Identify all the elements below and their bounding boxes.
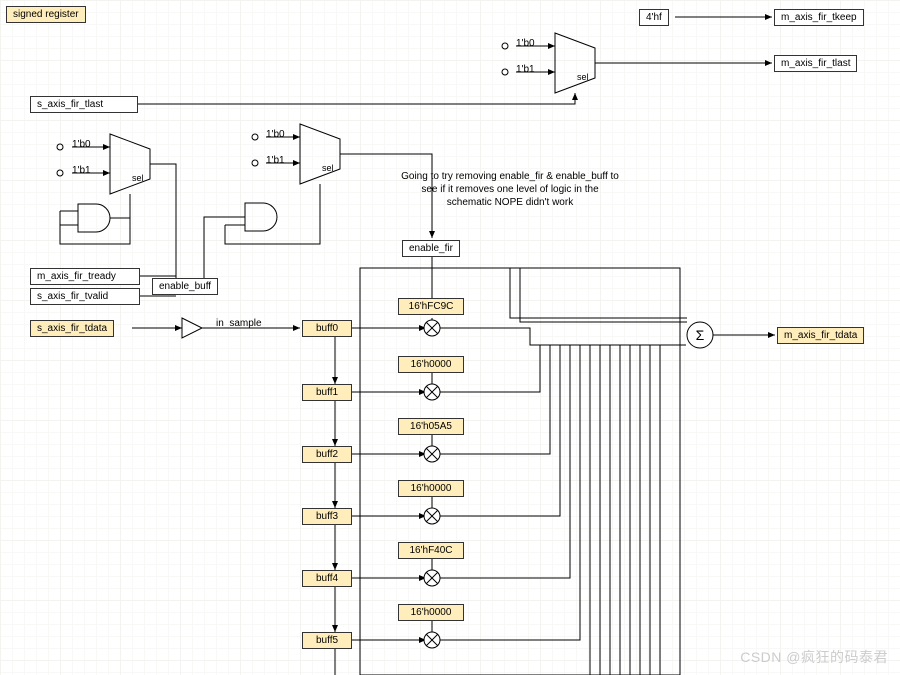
in-tlast: s_axis_fir_tlast — [30, 96, 138, 113]
in-tvalid: s_axis_fir_tvalid — [30, 288, 140, 305]
out-tkeep: m_axis_fir_tkeep — [774, 9, 864, 26]
buff3: buff3 — [302, 508, 352, 525]
svg-text:sel: sel — [577, 72, 589, 82]
buff2: buff2 — [302, 446, 352, 463]
const-1b1-c: 1'b1 — [266, 155, 285, 166]
buff0: buff0 — [302, 320, 352, 337]
sum-symbol: Σ — [696, 327, 705, 343]
const-1b0-c: 1'b0 — [266, 129, 285, 140]
buff4: buff4 — [302, 570, 352, 587]
buff5: buff5 — [302, 632, 352, 649]
const-1b1-b: 1'b1 — [72, 165, 91, 176]
tap2: 16'h05A5 — [398, 418, 464, 435]
tap3: 16'h0000 — [398, 480, 464, 497]
tap1: 16'h0000 — [398, 356, 464, 373]
svg-text:sel: sel — [132, 173, 144, 183]
comment-note: Going to try removing enable_fir & enabl… — [400, 170, 620, 209]
in-tready: m_axis_fir_tready — [30, 268, 140, 285]
buff1: buff1 — [302, 384, 352, 401]
tap0: 16'hFC9C — [398, 298, 464, 315]
in-sample-label: in_sample — [216, 318, 262, 329]
const-1b0-a: 1'b0 — [516, 38, 535, 49]
tap4: 16'hF40C — [398, 542, 464, 559]
svg-text:sel: sel — [322, 163, 334, 173]
watermark: CSDN @疯狂的码泰君 — [740, 647, 888, 667]
enable-fir: enable_fir — [402, 240, 460, 257]
title-box: signed register — [6, 6, 86, 23]
in-tdata: s_axis_fir_tdata — [30, 320, 114, 337]
tap5: 16'h0000 — [398, 604, 464, 621]
enable-buff: enable_buff — [152, 278, 218, 295]
const-1b0-b: 1'b0 — [72, 139, 91, 150]
const-4hf: 4'hf — [639, 9, 669, 26]
out-tdata: m_axis_fir_tdata — [777, 327, 864, 344]
const-1b1-a: 1'b1 — [516, 64, 535, 75]
out-tlast: m_axis_fir_tlast — [774, 55, 857, 72]
